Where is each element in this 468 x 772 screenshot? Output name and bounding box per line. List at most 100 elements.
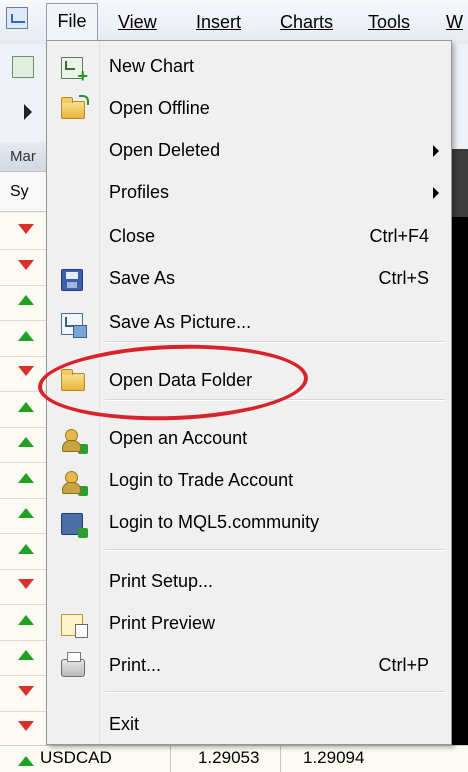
login-account-icon [61,471,88,496]
price-down-icon [18,721,34,731]
menu-item-label: Open Data Folder [109,370,253,390]
open-folder-icon [61,95,89,119]
new-chart-icon [61,57,88,87]
chart-tab-edge [452,149,468,217]
market-watch-row[interactable] [0,391,48,428]
menu-item-label: Save As [109,268,176,288]
menu-bar: File View Insert Charts Tools W [0,0,468,45]
folder-icon [61,369,85,391]
market-watch-row[interactable] [0,426,48,463]
market-watch-row[interactable] [0,710,48,747]
price-down-icon [18,579,34,589]
market-watch-row-usdcad[interactable]: USDCAD 1.29053 1.29094 [0,745,468,772]
picture-icon [61,313,87,338]
menu-separator [105,549,445,551]
menu-item-label: Profiles [109,182,170,202]
cursor-tool-icon[interactable] [24,104,32,120]
menu-item-label: Print... [109,655,162,675]
market-watch-row[interactable] [0,249,48,286]
menu-separator [105,691,445,693]
price-down-icon [18,366,34,376]
price-up-icon [18,543,34,554]
menu-file-label: File [57,11,87,31]
menu-item-profiles[interactable]: Profiles [47,173,451,215]
save-icon [61,269,83,291]
price-down-icon [18,224,34,234]
market-watch-row[interactable] [0,568,48,605]
market-watch-row[interactable] [0,213,48,250]
menu-view[interactable]: View [118,10,157,36]
price-down-icon [18,685,34,696]
menu-item-shortcut: Ctrl+F4 [369,226,429,246]
market-watch-row[interactable] [0,320,48,357]
menu-item-label: Print Setup... [109,571,214,591]
submenu-arrow-icon [433,145,439,157]
menu-insert-label: Insert [196,12,242,32]
price-up-icon [18,650,34,660]
printer-icon [61,652,85,677]
menu-item-label: Login to Trade Account [109,470,294,490]
menu-item-label: Close [109,226,156,246]
menu-item-open-data-folder[interactable]: Open Data Folder [47,361,451,403]
menu-item-label: Login to MQL5.community [109,512,320,532]
print-preview-icon [61,614,88,638]
menu-item-label: Print Preview [109,613,216,633]
menu-item-print-setup[interactable]: Print Setup... [47,562,451,604]
toolbar-standard [0,44,48,91]
menu-item-login-to-mql5-community[interactable]: Login to MQL5.community [47,503,451,545]
new-chart-toolbar-icon[interactable] [12,56,34,78]
symbol-cell: USDCAD [40,748,112,767]
symbol-column-header[interactable]: Sy [0,172,48,212]
market-watch-row[interactable] [0,355,48,392]
market-watch-row[interactable] [0,675,48,712]
menu-file[interactable]: File [46,3,98,41]
submenu-arrow-icon [433,187,439,199]
menu-item-shortcut: Ctrl+P [378,655,429,675]
menu-item-label: Open Offline [109,98,210,118]
menu-item-label: Exit [109,714,140,734]
market-watch-row[interactable] [0,497,48,534]
price-up-icon [18,756,34,766]
market-watch-row[interactable] [0,533,48,570]
bid-cell: 1.29053 [198,748,260,767]
price-up-icon [18,295,34,305]
market-watch-row[interactable] [0,284,48,321]
market-watch-row[interactable] [0,604,48,641]
menu-item-save-as-picture[interactable]: Save As Picture... [47,303,451,345]
market-watch-row[interactable] [0,462,48,499]
market-watch-row[interactable] [0,639,48,676]
menu-item-print-preview[interactable]: Print Preview [47,604,451,646]
open-account-icon [61,429,88,454]
market-watch-header: Mar [0,142,48,172]
menu-charts[interactable]: Charts [280,10,333,36]
menu-item-open-an-account[interactable]: Open an Account [47,419,451,461]
menu-item-label: New Chart [109,56,195,76]
menu-item-open-offline[interactable]: Open Offline [47,89,451,131]
price-down-icon [18,259,34,270]
menu-item-shortcut: Ctrl+S [378,268,429,288]
ask-cell: 1.29094 [303,748,365,767]
price-up-icon [18,330,34,341]
menu-item-print[interactable]: Print... Ctrl+P [47,646,451,688]
menu-item-label: Open an Account [109,428,248,448]
arrow-badge-icon [78,528,88,538]
menu-item-open-deleted[interactable]: Open Deleted [47,131,451,173]
market-watch-rows [0,213,48,747]
menu-insert[interactable]: Insert [196,10,241,36]
price-up-icon [18,614,34,625]
menu-item-save-as[interactable]: Save As Ctrl+S [47,259,451,301]
plus-badge-icon [78,444,88,454]
menu-tools[interactable]: Tools [368,10,410,36]
menu-item-close[interactable]: Close Ctrl+F4 [47,217,451,259]
app-icon[interactable] [6,7,28,29]
menu-charts-label: Charts [280,12,334,32]
menu-window[interactable]: W [446,10,463,36]
price-up-icon [18,508,34,518]
file-menu-dropdown: New Chart Open Offline Open Deleted Profile… [46,40,452,745]
menu-window-label: W [446,12,463,32]
menu-item-login-to-trade-account[interactable]: Login to Trade Account [47,461,451,503]
menu-item-exit[interactable]: Exit [47,705,451,747]
menu-item-new-chart[interactable]: New Chart [47,47,451,89]
price-up-icon [18,472,34,483]
price-up-icon [18,401,34,412]
